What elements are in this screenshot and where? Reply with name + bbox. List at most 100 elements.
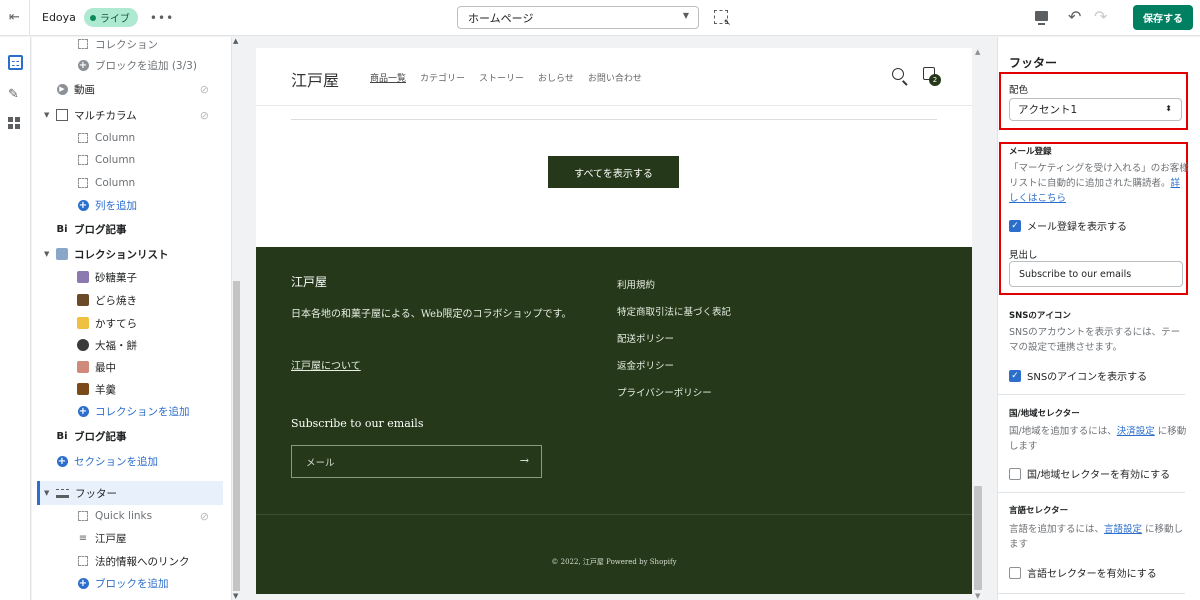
exit-icon[interactable]: ⇤ bbox=[0, 0, 30, 36]
footer-description: 日本各地の和菓子屋による、Web限定のコラボショップです。 bbox=[291, 309, 572, 320]
show-sns-checkbox[interactable]: ✓ SNSのアイコンを表示する bbox=[1009, 368, 1147, 383]
page-selector[interactable]: ホームページ ▼ bbox=[457, 6, 699, 29]
add-column-button[interactable]: + 列を追加 bbox=[32, 195, 231, 215]
checkbox-unchecked-icon[interactable] bbox=[1009, 467, 1021, 480]
sidebar-item-collection[interactable]: かすてら bbox=[32, 313, 231, 333]
panel-title: フッター bbox=[1009, 56, 1058, 70]
undo-icon[interactable]: ↶ bbox=[1068, 7, 1081, 26]
add-icon: + bbox=[77, 199, 89, 211]
sidebar-item-legal-links[interactable]: 法的情報へのリンク bbox=[32, 551, 231, 571]
sidebar-item-collection[interactable]: どら焼き bbox=[32, 290, 231, 310]
footer-link[interactable]: 返金ポリシー bbox=[617, 358, 731, 372]
arrow-right-icon[interactable]: → bbox=[520, 454, 529, 467]
sidebar-item-collection[interactable]: 羊羹 bbox=[32, 379, 231, 399]
sidebar-item-footer[interactable]: ▼ フッター bbox=[37, 481, 223, 505]
desktop-preview-icon[interactable] bbox=[1035, 11, 1048, 25]
sidebar-item-collection-list[interactable]: ▼ コレクションリスト bbox=[32, 244, 231, 264]
sidebar-item-column[interactable]: Column bbox=[32, 173, 231, 193]
nav-link[interactable]: 商品一覧 bbox=[370, 71, 406, 84]
country-selector-description: 国/地域を追加するには、決済設定 に移動します bbox=[1009, 426, 1187, 452]
footer-link[interactable]: 配送ポリシー bbox=[617, 331, 731, 345]
checkbox-unchecked-icon[interactable] bbox=[1009, 566, 1021, 579]
show-email-signup-checkbox[interactable]: ✓ メール登録を表示する bbox=[1009, 218, 1127, 233]
chevron-down-icon[interactable]: ▼ bbox=[44, 250, 54, 258]
hidden-eye-icon[interactable]: ⊘ bbox=[200, 83, 209, 96]
footer-about-link[interactable]: 江戸屋について bbox=[291, 357, 361, 372]
footer-link[interactable]: 特定商取引法に基づく表記 bbox=[617, 304, 731, 318]
text-icon: ≡ bbox=[78, 532, 88, 544]
scroll-down-icon[interactable]: ▼ bbox=[975, 592, 980, 600]
top-bar: ⇤ Edoya ライブ ••• ホームページ ▼ ↶ ↷ 保存する bbox=[0, 0, 1200, 36]
theme-settings-icon[interactable]: ✎ bbox=[8, 87, 23, 102]
sidebar-item-collection[interactable]: 最中 bbox=[32, 357, 231, 377]
country-selector-heading: 国/地域セレクター bbox=[1009, 409, 1080, 419]
payment-settings-link[interactable]: 決済設定 bbox=[1117, 426, 1155, 437]
heading-input[interactable]: Subscribe to our emails bbox=[1009, 261, 1183, 287]
nav-link[interactable]: ストーリー bbox=[479, 71, 524, 84]
nav-link[interactable]: おしらせ bbox=[538, 71, 574, 84]
sidebar-item-video[interactable]: ▶ 動画 ⊘ bbox=[32, 79, 231, 99]
footer-link[interactable]: プライバシーポリシー bbox=[617, 385, 731, 399]
scroll-up-icon[interactable]: ▲ bbox=[233, 37, 238, 45]
sidebar-item-text[interactable]: ≡ 江戸屋 bbox=[32, 528, 231, 548]
scrollbar-thumb[interactable] bbox=[974, 486, 982, 590]
enable-country-selector-checkbox[interactable]: 国/地域セレクターを有効にする bbox=[1009, 466, 1170, 481]
redo-icon[interactable]: ↷ bbox=[1094, 7, 1107, 26]
footer-links: 利用規約 特定商取引法に基づく表記 配送ポリシー 返金ポリシー プライバシーポリ… bbox=[617, 277, 731, 399]
sidebar-scrollbar[interactable]: ▲ ▼ bbox=[231, 37, 241, 600]
sidebar-item-collection[interactable]: コレクション bbox=[32, 34, 231, 54]
sidebar-item-column[interactable]: Column bbox=[32, 150, 231, 170]
inspector-icon[interactable] bbox=[714, 10, 731, 28]
add-block-button[interactable]: + ブロックを追加 bbox=[32, 573, 231, 593]
store-header: 江戸屋 商品一覧 カテゴリー ストーリー おしらせ お問い合わせ 2 bbox=[256, 48, 972, 106]
divider bbox=[291, 119, 937, 120]
add-icon: + bbox=[77, 577, 89, 589]
sidebar-item-collection[interactable]: 大福・餅 bbox=[32, 335, 231, 355]
add-block-button[interactable]: + ブロックを追加 (3/3) bbox=[32, 55, 231, 75]
sidebar-item-collection[interactable]: 砂糖菓子 bbox=[32, 267, 231, 287]
nav-link[interactable]: お問い合わせ bbox=[588, 71, 642, 84]
add-icon: + bbox=[77, 405, 89, 417]
chevron-down-icon[interactable]: ▼ bbox=[44, 489, 54, 497]
app-embeds-icon[interactable] bbox=[8, 117, 23, 132]
footer-title: 江戸屋 bbox=[291, 275, 328, 289]
store-preview: 江戸屋 商品一覧 カテゴリー ストーリー おしらせ お問い合わせ 2 すべてを表… bbox=[256, 48, 972, 594]
language-settings-link[interactable]: 言語設定 bbox=[1104, 524, 1142, 535]
section-divider bbox=[998, 394, 1185, 395]
nav-link[interactable]: カテゴリー bbox=[420, 71, 465, 84]
checkbox-checked-icon[interactable]: ✓ bbox=[1009, 219, 1021, 232]
chevron-down-icon[interactable]: ▼ bbox=[44, 111, 54, 119]
live-label: ライブ bbox=[99, 14, 130, 25]
color-scheme-select[interactable]: アクセント1 ⬍ bbox=[1009, 98, 1182, 121]
block-icon bbox=[77, 510, 89, 522]
icon-rail: ✎ bbox=[0, 37, 31, 600]
store-logo[interactable]: 江戸屋 bbox=[291, 67, 339, 91]
hidden-eye-icon[interactable]: ⊘ bbox=[200, 109, 209, 122]
scroll-down-icon[interactable]: ▼ bbox=[233, 592, 238, 600]
scrollbar-thumb[interactable] bbox=[233, 281, 240, 591]
preview-scrollbar[interactable]: ▲ ▼ bbox=[972, 48, 984, 600]
add-collection-button[interactable]: + コレクションを追加 bbox=[32, 401, 231, 421]
add-section-button[interactable]: + セクションを追加 bbox=[32, 451, 231, 471]
block-icon bbox=[77, 132, 89, 144]
footer-link[interactable]: 利用規約 bbox=[617, 277, 731, 291]
collection-thumbnail bbox=[77, 294, 89, 306]
sidebar-item-blog-posts[interactable]: Bi ブログ記事 bbox=[32, 426, 231, 446]
section-divider bbox=[998, 492, 1185, 493]
scroll-up-icon[interactable]: ▲ bbox=[975, 48, 980, 56]
sections-icon[interactable] bbox=[8, 55, 23, 70]
hidden-eye-icon[interactable]: ⊘ bbox=[200, 510, 209, 523]
enable-language-selector-checkbox[interactable]: 言語セレクターを有効にする bbox=[1009, 565, 1157, 580]
sidebar-item-multicolumn[interactable]: ▼ マルチカラム ⊘ bbox=[32, 105, 231, 125]
sidebar-item-quick-links[interactable]: Quick links ⊘ bbox=[32, 506, 231, 526]
footer-icon bbox=[56, 488, 69, 498]
more-actions-button[interactable]: ••• bbox=[150, 11, 174, 25]
sidebar-item-column[interactable]: Column bbox=[32, 128, 231, 148]
checkbox-checked-icon[interactable]: ✓ bbox=[1009, 369, 1021, 382]
email-placeholder: メール bbox=[306, 457, 335, 469]
search-icon[interactable] bbox=[892, 68, 904, 80]
sidebar-item-blog-posts[interactable]: Bi ブログ記事 bbox=[32, 219, 231, 239]
view-all-button[interactable]: すべてを表示する bbox=[548, 156, 679, 188]
newsletter-email-input[interactable]: メール → bbox=[291, 445, 542, 478]
save-button[interactable]: 保存する bbox=[1133, 5, 1193, 30]
